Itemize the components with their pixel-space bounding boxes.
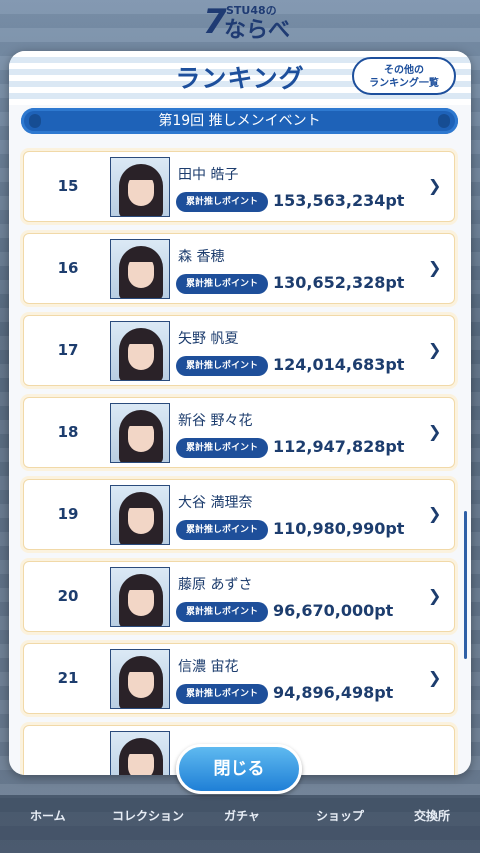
member-points: 96,670,000pt	[273, 601, 394, 620]
member-photo	[110, 403, 170, 463]
rank-number: 21	[57, 669, 79, 687]
list-scrollbar[interactable]	[464, 511, 467, 659]
member-points: 130,652,328pt	[273, 273, 405, 292]
member-photo	[110, 157, 170, 217]
other-rankings-button[interactable]: その他の ランキング一覧	[352, 57, 456, 95]
member-name: 新谷 野々花	[178, 413, 253, 429]
nav-gacha[interactable]: ガチャ	[224, 807, 260, 824]
modal-header: ランキング その他の ランキング一覧	[9, 51, 471, 105]
member-points: 112,947,828pt	[273, 437, 405, 456]
member-points: 153,563,234pt	[273, 191, 405, 210]
nav-shop[interactable]: ショップ	[316, 807, 364, 824]
chevron-right-icon[interactable]: ❯	[428, 340, 441, 359]
logo-title: ならべ	[224, 18, 291, 43]
member-name: 藤原 あずさ	[178, 577, 253, 593]
rank-number: 16	[57, 259, 79, 277]
member-name: 矢野 帆夏	[178, 331, 239, 347]
points-badge: 累計推しポイント	[176, 520, 268, 540]
rank-number: 17	[57, 341, 79, 359]
member-photo	[110, 731, 170, 775]
rank-number: 19	[57, 505, 79, 523]
ranking-row[interactable]: 21 信濃 宙花 累計推しポイント 94,896,498pt ❯	[23, 643, 455, 714]
ranking-modal: ランキング その他の ランキング一覧 第19回 推しメンイベント 15 田中 皓…	[9, 51, 471, 775]
member-name: 森 香穂	[178, 249, 225, 265]
member-photo	[110, 485, 170, 545]
member-name: 大谷 満理奈	[178, 495, 253, 511]
member-name: 田中 皓子	[178, 167, 239, 183]
nav-exchange[interactable]: 交換所	[414, 807, 450, 824]
ranking-row[interactable]: 18 新谷 野々花 累計推しポイント 112,947,828pt ❯	[23, 397, 455, 468]
other-rankings-label-2: ランキング一覧	[369, 78, 439, 89]
bar-cap-left	[29, 114, 41, 128]
chevron-right-icon[interactable]: ❯	[428, 258, 441, 277]
nav-home[interactable]: ホーム	[30, 807, 66, 824]
game-logo: 7 STU48の ならべ	[0, 0, 480, 44]
other-rankings-label-1: その他の	[384, 65, 424, 76]
points-badge: 累計推しポイント	[176, 684, 268, 704]
chevron-right-icon[interactable]: ❯	[428, 176, 441, 195]
points-badge: 累計推しポイント	[176, 356, 268, 376]
member-points: 124,014,683pt	[273, 355, 405, 374]
chevron-right-icon[interactable]: ❯	[428, 668, 441, 687]
member-photo	[110, 649, 170, 709]
chevron-right-icon[interactable]: ❯	[428, 586, 441, 605]
points-badge: 累計推しポイント	[176, 602, 268, 622]
ranking-row[interactable]: 16 森 香穂 累計推しポイント 130,652,328pt ❯	[23, 233, 455, 304]
bottom-nav: ホーム コレクション ガチャ ショップ 交換所	[0, 795, 480, 853]
ranking-row[interactable]: 15 田中 皓子 累計推しポイント 153,563,234pt ❯	[23, 151, 455, 222]
points-badge: 累計推しポイント	[176, 192, 268, 212]
chevron-right-icon[interactable]: ❯	[428, 422, 441, 441]
event-title-bar: 第19回 推しメンイベント	[21, 108, 458, 134]
member-photo	[110, 239, 170, 299]
member-points: 110,980,990pt	[273, 519, 405, 538]
points-badge: 累計推しポイント	[176, 438, 268, 458]
nav-collection[interactable]: コレクション	[112, 807, 184, 824]
bar-cap-right	[438, 114, 450, 128]
rank-number: 18	[57, 423, 79, 441]
member-name: 信濃 宙花	[178, 659, 239, 675]
member-points: 94,896,498pt	[273, 683, 394, 702]
member-photo	[110, 567, 170, 627]
ranking-row[interactable]: 20 藤原 あずさ 累計推しポイント 96,670,000pt ❯	[23, 561, 455, 632]
rank-number: 15	[57, 177, 79, 195]
ranking-list[interactable]: 15 田中 皓子 累計推しポイント 153,563,234pt ❯ 16 森 香…	[9, 141, 471, 775]
close-button[interactable]: 閉じる	[176, 744, 302, 794]
rank-number: 20	[57, 587, 79, 605]
member-photo	[110, 321, 170, 381]
points-badge: 累計推しポイント	[176, 274, 268, 294]
ranking-row[interactable]: 19 大谷 満理奈 累計推しポイント 110,980,990pt ❯	[23, 479, 455, 550]
ranking-row[interactable]: 17 矢野 帆夏 累計推しポイント 124,014,683pt ❯	[23, 315, 455, 386]
chevron-right-icon[interactable]: ❯	[428, 504, 441, 523]
event-title: 第19回 推しメンイベント	[158, 113, 321, 129]
